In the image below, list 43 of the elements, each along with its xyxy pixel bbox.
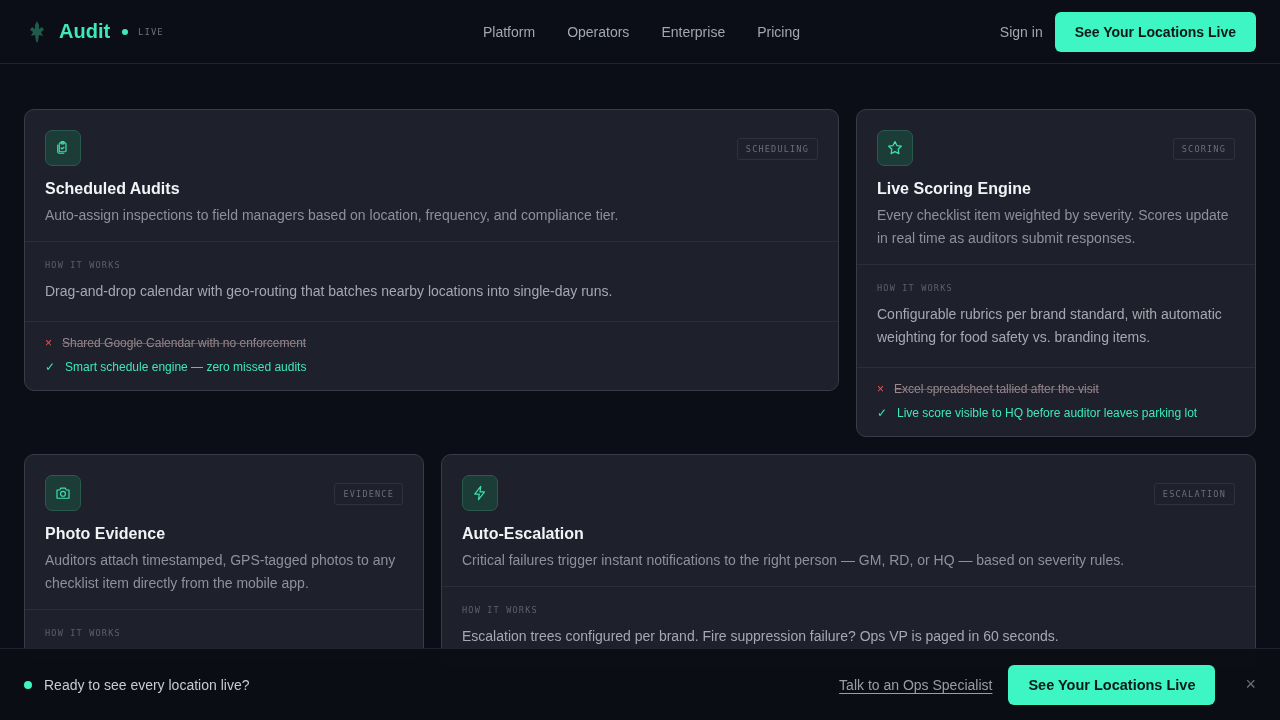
specialist-link[interactable]: Talk to an Ops Specialist [839,676,993,693]
category-tag: EVIDENCE [334,483,403,505]
nav-link[interactable]: Pricing [757,23,800,40]
nav-link[interactable]: Operators [567,23,630,40]
how-it-works-text: Configurable rubrics per brand standard, with automatic weighting for food safety vs. branding items. [877,305,1223,347]
check-mark: ✓ [877,406,887,420]
card-title: Scheduled Audits [45,180,181,198]
category-tag: SCHEDULING [736,138,818,160]
card-title: Live Scoring Engine [877,180,1032,198]
nav-link[interactable]: Platform [483,23,536,40]
cta-button[interactable]: See Your Locations Live [1008,664,1216,705]
new-method-text: Live score visible to HQ before auditor leaves parking lot [897,406,1198,420]
status-dot [24,680,32,689]
section-label: HOW IT WORKS [877,283,954,293]
sign-in-link[interactable]: Sign in [999,23,1043,40]
close-button[interactable]: × [1239,673,1262,696]
card-description: Auditors attach timestamped, GPS-tagged photos to any checklist item directly from the mobile app. [45,551,397,593]
card-title: Photo Evidence [45,525,167,543]
camera-icon [45,475,81,511]
status-dot [122,28,129,35]
how-it-works-text: Escalation trees configured per brand. Fire suppression failure? Ops VP is paged in 60 seconds. [462,627,1060,646]
nav-link[interactable]: Enterprise [661,23,726,40]
banner-message: Ready to see every location live? [44,676,250,693]
card-description: Auto-assign inspections to field managers based on location, frequency, and compliance tier. [45,206,620,225]
cross-mark: × [45,336,52,350]
how-it-works-text: Drag-and-drop calendar with geo-routing that batches nearby locations into single-day runs. [45,282,614,301]
section-label: HOW IT WORKS [45,260,122,270]
check-mark: ✓ [45,360,55,374]
cross-mark: × [877,382,884,396]
card-description: Critical failures trigger instant notifications to the right person — GM, RD, or HQ — based on severity rules. [462,551,1126,570]
logo-icon [27,19,47,44]
section-label: HOW IT WORKS [45,628,122,638]
category-tag: ESCALATION [1153,483,1235,505]
lightning-icon [462,475,498,511]
new-method-text: Smart schedule engine — zero missed audits [65,360,307,374]
category-tag: SCORING [1172,138,1235,160]
clipboard-icon [45,130,81,166]
card-description: Every checklist item weighted by severity. Scores update in real time as auditors submit responses. [877,206,1230,248]
section-label: HOW IT WORKS [462,605,539,615]
brand-name[interactable]: Audit [59,20,111,43]
cta-button[interactable]: See Your Locations Live [1054,11,1256,52]
card-title: Auto-Escalation [462,525,585,543]
live-label: LIVE [138,26,164,37]
